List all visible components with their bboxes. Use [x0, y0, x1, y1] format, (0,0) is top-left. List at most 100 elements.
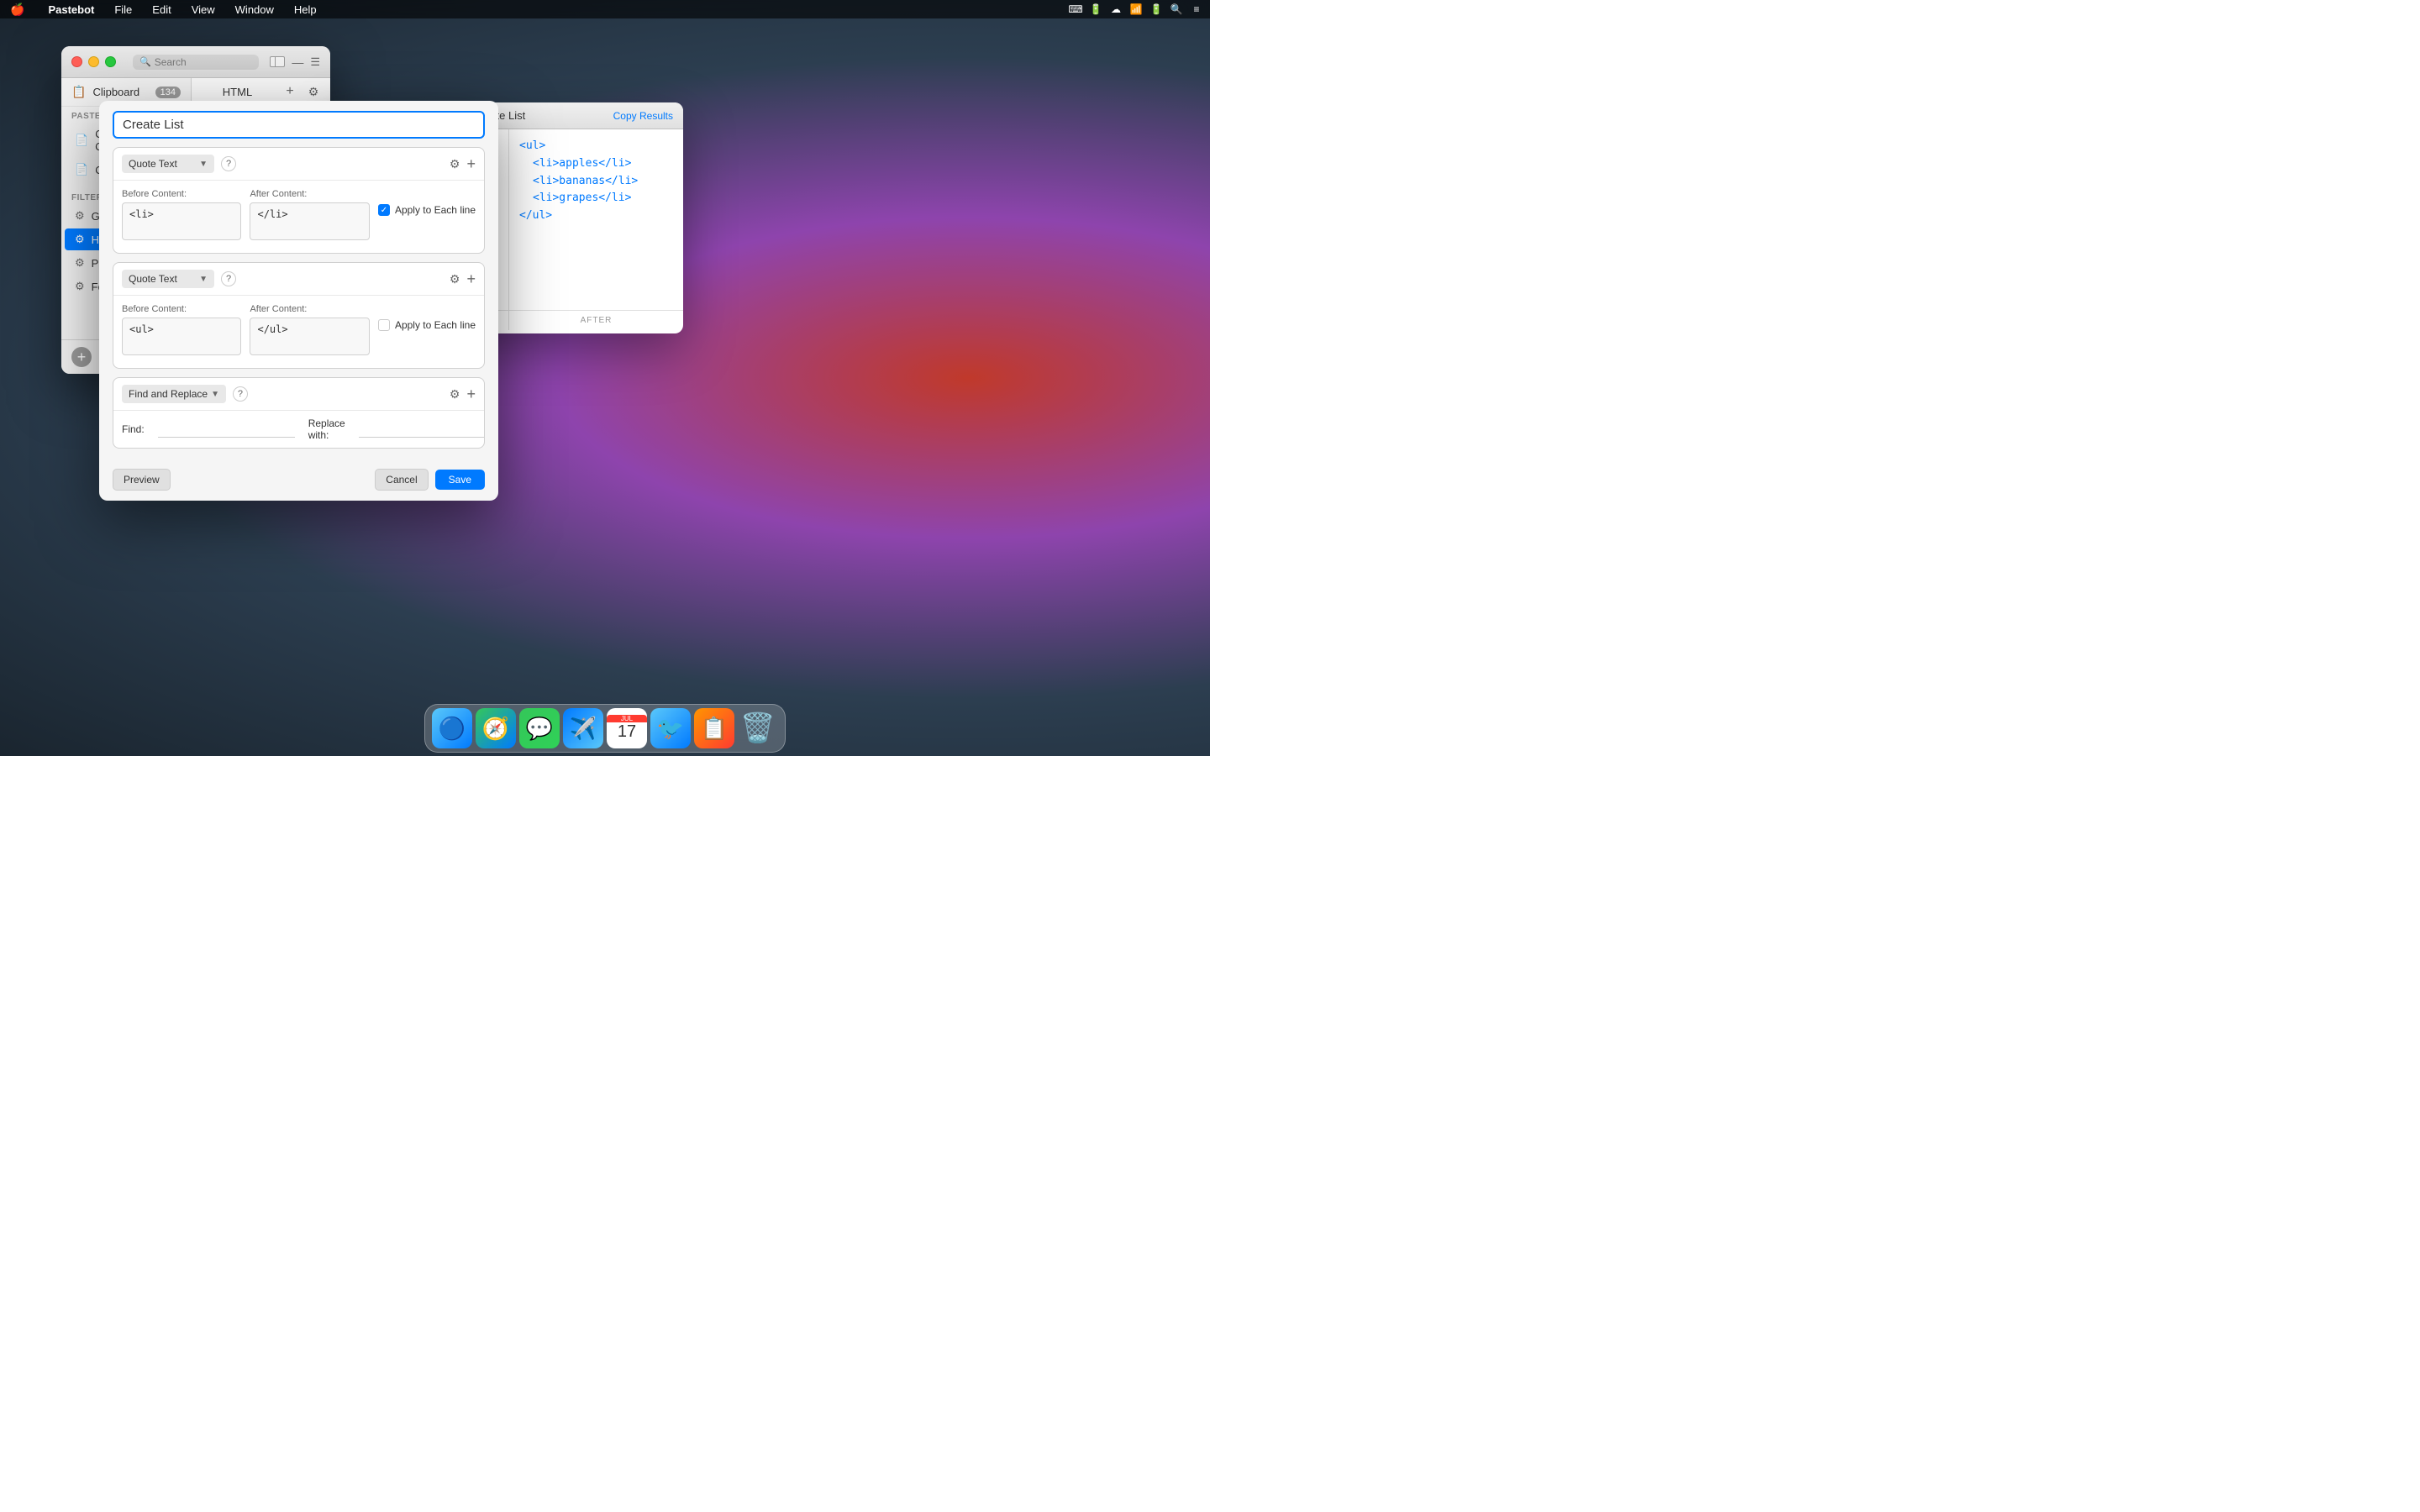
filter-col-after-1: After Content:	[250, 189, 369, 244]
search-icon: 🔍	[139, 56, 151, 67]
filter-gear-1[interactable]: ⚙	[450, 157, 460, 171]
sidebar-toggle-button[interactable]	[270, 56, 285, 67]
apply-each-container-2: Apply to Each line	[378, 304, 476, 331]
filter-icon-forum: ⚙	[75, 280, 85, 293]
clipboard-badge: 134	[155, 87, 181, 98]
filter-plus-1[interactable]: +	[466, 155, 476, 173]
menubar: 🍎 Pastebot File Edit View Window Help ⌨ …	[0, 0, 1210, 18]
filter-header-2: Quote Text ▼ ? ⚙ +	[113, 263, 484, 296]
menubar-edit[interactable]: Edit	[149, 3, 174, 16]
checkbox-check-1: ✓	[381, 206, 387, 215]
filter-chevron-2: ▼	[199, 275, 208, 284]
menubar-window[interactable]: Window	[232, 3, 277, 16]
filter-gear-2[interactable]: ⚙	[450, 272, 460, 286]
filter-help-2[interactable]: ?	[221, 271, 236, 286]
clipboard-label: Clipboard	[92, 86, 148, 98]
filter-type-select-2[interactable]: Quote Text ▼	[122, 270, 214, 288]
replace-label: Replace with:	[308, 417, 345, 441]
maximize-button[interactable]	[105, 56, 116, 67]
filter-before-textarea-2[interactable]	[122, 318, 241, 355]
menubar-view[interactable]: View	[188, 3, 218, 16]
dock-tweetbot[interactable]: 🐦	[650, 708, 691, 748]
dialog-footer: Preview Cancel Save	[99, 462, 498, 501]
filter-after-textarea-1[interactable]	[250, 202, 369, 240]
menubar-control-icon[interactable]: ≡	[1190, 3, 1203, 16]
menubar-help[interactable]: Help	[291, 3, 320, 16]
menubar-file[interactable]: File	[111, 3, 135, 16]
find-replace-help[interactable]: ?	[233, 386, 248, 402]
filter-content-2: Before Content: After Content: Apply to …	[113, 296, 484, 368]
doc-icon-creative: 📄	[75, 134, 88, 147]
mail-icon: ✈️	[570, 716, 597, 742]
menubar-icon-1: ⌨	[1069, 3, 1082, 16]
find-replace-type-select[interactable]: Find and Replace ▼	[122, 385, 226, 403]
dialog-title-input[interactable]	[113, 111, 485, 139]
result-after-panel: <ul> <li>apples</li> <li>bananas</li> <l…	[509, 129, 683, 310]
dock-finder[interactable]: 🔵	[432, 708, 472, 748]
after-line-5: </ul>	[519, 207, 673, 225]
apply-each-label-2: Apply to Each line	[395, 319, 476, 331]
find-label: Find:	[122, 423, 145, 435]
filter-block-2: Quote Text ▼ ? ⚙ + Before Content: After…	[113, 262, 485, 369]
messages-icon: 💬	[526, 716, 553, 742]
apply-each-container-1: ✓ Apply to Each line	[378, 189, 476, 216]
tab-html-label: HTML	[200, 86, 275, 98]
apply-each-checkbox-1[interactable]: ✓	[378, 204, 390, 216]
filter-plus-2[interactable]: +	[466, 270, 476, 288]
dock-pastebot[interactable]: 📋	[694, 708, 734, 748]
dock-mail[interactable]: ✈️	[563, 708, 603, 748]
filter-col-before-2: Before Content:	[122, 304, 241, 360]
pastebot-icon: 📋	[701, 716, 728, 742]
filter-content-1: Before Content: After Content: ✓ Apply t…	[113, 181, 484, 253]
add-filter-button[interactable]: +	[71, 347, 92, 367]
copy-results-button[interactable]: Copy Results	[613, 110, 673, 122]
after-line-3: <li>bananas</li>	[519, 173, 673, 191]
collapse-icon[interactable]: —	[292, 55, 303, 69]
dock-trash[interactable]: 🗑️	[738, 708, 778, 748]
preview-button[interactable]: Preview	[113, 469, 171, 491]
after-line-1: <ul>	[519, 138, 673, 155]
save-button[interactable]: Save	[435, 470, 485, 490]
find-replace-content: Find: Replace with:	[113, 411, 484, 448]
find-replace-gear[interactable]: ⚙	[450, 387, 460, 402]
menubar-pastebot[interactable]: Pastebot	[45, 3, 97, 16]
tab-settings-button[interactable]: ⚙	[305, 83, 322, 100]
tab-add-button[interactable]: +	[281, 83, 298, 100]
window-titlebar: 🔍 — ☰	[61, 46, 330, 78]
dock-calendar[interactable]: JUL 17	[607, 708, 647, 748]
filter-type-select-1[interactable]: Quote Text ▼	[122, 155, 214, 173]
menubar-icon-2: 🔋	[1089, 3, 1102, 16]
filter-chevron-1: ▼	[199, 160, 208, 169]
filter-before-textarea-1[interactable]	[122, 202, 241, 240]
filter-help-1[interactable]: ?	[221, 156, 236, 171]
dock-messages[interactable]: 💬	[519, 708, 560, 748]
find-replace-type-label: Find and Replace	[129, 388, 208, 400]
traffic-lights	[71, 56, 116, 67]
menubar-search-icon[interactable]: 🔍	[1170, 3, 1183, 16]
find-input[interactable]	[158, 422, 295, 438]
minimize-button[interactable]	[88, 56, 99, 67]
dialog-title-bar	[99, 101, 498, 147]
menubar-battery-icon: 🔋	[1150, 3, 1163, 16]
filter-col-after-2: After Content:	[250, 304, 369, 360]
cancel-button[interactable]: Cancel	[375, 469, 428, 491]
menubar-wifi-icon: 📶	[1129, 3, 1143, 16]
filter-after-textarea-2[interactable]	[250, 318, 369, 355]
search-input[interactable]	[155, 56, 252, 68]
dock-safari[interactable]: 🧭	[476, 708, 516, 748]
filter-row-1: Before Content: After Content: ✓ Apply t…	[122, 189, 476, 244]
menu-icon[interactable]: ☰	[310, 55, 320, 69]
filter-col-before-1: Before Content:	[122, 189, 241, 244]
close-button[interactable]	[71, 56, 82, 67]
apply-each-checkbox-2[interactable]	[378, 319, 390, 331]
find-replace-plus[interactable]: +	[466, 386, 476, 403]
create-list-dialog: Quote Text ▼ ? ⚙ + Before Content: After…	[99, 101, 498, 501]
trash-icon: 🗑️	[740, 711, 776, 745]
clipboard-icon: 📋	[71, 85, 86, 99]
dialog-body: Quote Text ▼ ? ⚙ + Before Content: After…	[99, 147, 498, 462]
apple-menu[interactable]: 🍎	[7, 3, 28, 17]
replace-input[interactable]	[359, 422, 485, 438]
filter-row-2: Before Content: After Content: Apply to …	[122, 304, 476, 360]
finder-icon: 🔵	[439, 716, 466, 742]
filter-icon-general: ⚙	[75, 209, 85, 223]
